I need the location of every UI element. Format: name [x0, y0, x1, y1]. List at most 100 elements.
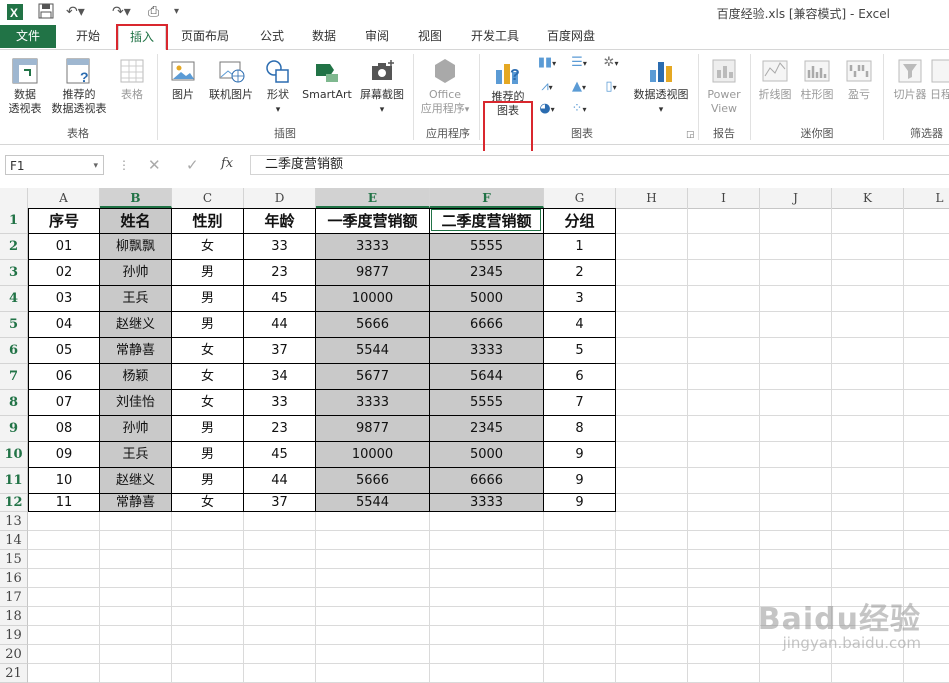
table-header-cell[interactable]: 性别: [172, 208, 244, 234]
table-cell[interactable]: 10000: [316, 286, 430, 312]
row-header[interactable]: 21: [0, 664, 28, 683]
table-cell[interactable]: 10: [28, 468, 100, 494]
table-cell[interactable]: 3333: [316, 234, 430, 260]
tab-file[interactable]: 文件: [0, 25, 56, 48]
qat-customize-icon[interactable]: ▾: [174, 3, 179, 21]
sparkline-winloss-button[interactable]: 盈亏: [840, 56, 878, 102]
column-chart-button[interactable]: ▮▮▾: [534, 56, 560, 71]
column-header[interactable]: C: [172, 188, 244, 208]
table-cell[interactable]: 9: [544, 494, 616, 512]
sparkline-column-button[interactable]: 柱形图: [796, 56, 838, 102]
table-cell[interactable]: 柳飘飘: [100, 234, 172, 260]
table-cell[interactable]: 03: [28, 286, 100, 312]
row-header[interactable]: 12: [0, 494, 28, 512]
table-cell[interactable]: 8: [544, 416, 616, 442]
table-cell[interactable]: 5544: [316, 494, 430, 512]
formula-input[interactable]: 二季度营销额: [250, 155, 949, 175]
table-cell[interactable]: 3333: [316, 390, 430, 416]
screenshot-button[interactable]: 屏幕截图 ▾: [356, 56, 408, 117]
office-apps-button[interactable]: Office 应用程序▾: [417, 56, 473, 117]
table-cell[interactable]: 9877: [316, 416, 430, 442]
scatter-chart-button[interactable]: ⁘▾: [564, 102, 594, 117]
table-cell[interactable]: 37: [244, 494, 316, 512]
sparkline-line-button[interactable]: 折线图: [754, 56, 796, 102]
table-header-cell[interactable]: 一季度营销额: [316, 208, 430, 234]
table-cell[interactable]: 7: [544, 390, 616, 416]
table-cell[interactable]: 男: [172, 260, 244, 286]
table-header-cell[interactable]: 序号: [28, 208, 100, 234]
row-header[interactable]: 4: [0, 286, 28, 312]
name-box-dropdown-icon[interactable]: ▾: [93, 156, 98, 176]
row-header[interactable]: 16: [0, 569, 28, 588]
column-header[interactable]: B: [100, 188, 172, 208]
tab-formulas[interactable]: 公式: [250, 25, 294, 48]
table-cell[interactable]: 刘佳怡: [100, 390, 172, 416]
table-cell[interactable]: 王兵: [100, 286, 172, 312]
pictures-button[interactable]: 图片: [164, 56, 202, 102]
table-cell[interactable]: 男: [172, 312, 244, 338]
cancel-icon[interactable]: ✕: [148, 156, 161, 174]
table-cell[interactable]: 男: [172, 286, 244, 312]
other-charts-button[interactable]: ✲▾: [596, 56, 626, 71]
row-header[interactable]: 3: [0, 260, 28, 286]
table-cell[interactable]: 1: [544, 234, 616, 260]
table-cell[interactable]: 9: [544, 442, 616, 468]
table-cell[interactable]: 45: [244, 442, 316, 468]
table-cell[interactable]: 女: [172, 364, 244, 390]
enter-icon[interactable]: ✓: [186, 156, 199, 174]
tab-review[interactable]: 审阅: [355, 25, 399, 48]
table-cell[interactable]: 赵继义: [100, 312, 172, 338]
table-header-cell[interactable]: 分组: [544, 208, 616, 234]
table-cell[interactable]: 06: [28, 364, 100, 390]
timeline-button[interactable]: 日程: [930, 56, 949, 102]
tab-page-layout[interactable]: 页面布局: [172, 25, 238, 48]
bar-chart-button[interactable]: ☰▾: [564, 56, 594, 71]
table-cell[interactable]: 5555: [430, 234, 544, 260]
row-header[interactable]: 5: [0, 312, 28, 338]
table-cell[interactable]: 女: [172, 338, 244, 364]
formula-bar-splitter-icon[interactable]: ⋮: [118, 158, 130, 172]
table-header-cell[interactable]: 年龄: [244, 208, 316, 234]
table-cell[interactable]: 女: [172, 390, 244, 416]
row-header[interactable]: 1: [0, 208, 28, 234]
table-cell[interactable]: 5644: [430, 364, 544, 390]
column-header[interactable]: H: [616, 188, 688, 208]
power-view-button[interactable]: Power View: [702, 56, 746, 116]
row-header[interactable]: 19: [0, 626, 28, 645]
pie-chart-button[interactable]: ◕▾: [534, 102, 560, 117]
table-cell[interactable]: 孙帅: [100, 260, 172, 286]
table-cell[interactable]: 5677: [316, 364, 430, 390]
table-cell[interactable]: 5666: [316, 312, 430, 338]
print-preview-icon[interactable]: ⎙: [148, 3, 159, 21]
row-header[interactable]: 2: [0, 234, 28, 260]
pivotchart-button[interactable]: 数据透视图 ▾: [628, 56, 694, 117]
tab-baidu-netdisk[interactable]: 百度网盘: [538, 25, 604, 48]
row-header[interactable]: 6: [0, 338, 28, 364]
recommended-pivottables-button[interactable]: ? 推荐的 数据透视表: [46, 56, 112, 116]
table-header-cell[interactable]: 姓名: [100, 208, 172, 234]
table-cell[interactable]: 5666: [316, 468, 430, 494]
table-cell[interactable]: 07: [28, 390, 100, 416]
table-cell[interactable]: 女: [172, 494, 244, 512]
table-cell[interactable]: 05: [28, 338, 100, 364]
column-header[interactable]: A: [28, 188, 100, 208]
table-cell[interactable]: 45: [244, 286, 316, 312]
table-cell[interactable]: 3: [544, 286, 616, 312]
table-cell[interactable]: 44: [244, 468, 316, 494]
table-cell[interactable]: 5544: [316, 338, 430, 364]
table-button[interactable]: 表格: [112, 56, 152, 102]
stock-chart-button[interactable]: ▯▾: [596, 80, 626, 95]
row-header[interactable]: 14: [0, 531, 28, 550]
tab-data[interactable]: 数据: [302, 25, 346, 48]
table-cell[interactable]: 3333: [430, 494, 544, 512]
tab-home[interactable]: 开始: [62, 25, 114, 48]
table-cell[interactable]: 2345: [430, 260, 544, 286]
table-cell[interactable]: 3333: [430, 338, 544, 364]
area-chart-button[interactable]: ▲▾: [564, 80, 594, 95]
table-cell[interactable]: 11: [28, 494, 100, 512]
line-chart-button[interactable]: ⩘▾: [534, 80, 560, 95]
column-header[interactable]: E: [316, 188, 430, 208]
charts-dialog-launcher-icon[interactable]: ◲: [686, 130, 695, 140]
table-cell[interactable]: 赵继义: [100, 468, 172, 494]
row-header[interactable]: 17: [0, 588, 28, 607]
